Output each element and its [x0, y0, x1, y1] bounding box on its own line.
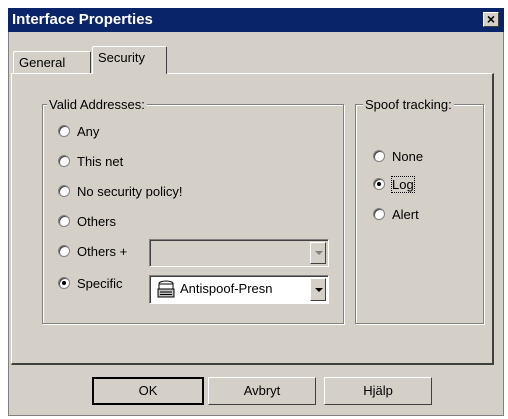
tab-security-label: Security — [98, 50, 145, 65]
radio-others-button[interactable] — [58, 215, 70, 227]
radio-alert-button[interactable] — [373, 208, 385, 220]
radio-alert[interactable]: Alert — [373, 205, 419, 223]
tab-general[interactable]: General — [13, 51, 91, 75]
others-plus-combo[interactable] — [149, 239, 329, 267]
title-bar[interactable]: Interface Properties × — [8, 8, 504, 32]
specific-combo[interactable]: Antispoof-Presn — [149, 275, 329, 304]
radio-any-label: Any — [77, 123, 100, 139]
radio-this-net-button[interactable] — [58, 155, 70, 167]
help-button[interactable]: Hjälp — [324, 377, 432, 405]
tab-security[interactable]: Security — [92, 46, 167, 74]
radio-specific-label: Specific — [77, 275, 123, 291]
radio-log-button[interactable] — [373, 178, 385, 190]
ok-button[interactable]: OK — [92, 377, 204, 405]
radio-no-security-policy[interactable]: No security policy! — [58, 182, 182, 200]
cancel-button-label: Avbryt — [243, 383, 281, 398]
chevron-down-icon[interactable] — [310, 242, 326, 264]
radio-none[interactable]: None — [373, 147, 423, 165]
close-icon: × — [486, 11, 496, 27]
radio-others-plus[interactable]: Others + — [58, 242, 127, 260]
radio-others[interactable]: Others — [58, 212, 116, 230]
tab-general-label: General — [19, 55, 66, 70]
spoof-tracking-label: Spoof tracking: — [363, 97, 454, 112]
radio-others-plus-label: Others + — [77, 243, 128, 259]
object-group-icon — [156, 280, 176, 298]
help-button-label: Hjälp — [363, 383, 393, 398]
radio-log[interactable]: Log — [373, 175, 415, 193]
radio-log-label: Log — [391, 175, 415, 193]
security-tab-panel: Valid Addresses: Any This net No securit… — [11, 73, 494, 365]
radio-this-net[interactable]: This net — [58, 152, 123, 170]
radio-this-net-label: This net — [77, 153, 124, 169]
radio-others-plus-button[interactable] — [58, 245, 70, 257]
radio-no-security-policy-label: No security policy! — [77, 183, 183, 199]
radio-any-button[interactable] — [58, 125, 70, 137]
radio-alert-label: Alert — [392, 206, 419, 222]
radio-no-security-policy-button[interactable] — [58, 185, 70, 197]
radio-specific[interactable]: Specific — [58, 274, 123, 292]
cancel-button[interactable]: Avbryt — [208, 377, 316, 405]
specific-combo-value: Antispoof-Presn — [180, 281, 273, 296]
ok-button-label: OK — [138, 383, 158, 398]
radio-any[interactable]: Any — [58, 122, 99, 140]
chevron-down-icon[interactable] — [310, 278, 326, 301]
radio-none-label: None — [392, 148, 424, 164]
valid-addresses-label: Valid Addresses: — [47, 97, 147, 112]
close-button[interactable]: × — [483, 12, 499, 27]
window-title: Interface Properties — [12, 11, 153, 28]
radio-others-label: Others — [77, 213, 117, 229]
radio-specific-button[interactable] — [58, 277, 70, 289]
radio-none-button[interactable] — [373, 150, 385, 162]
